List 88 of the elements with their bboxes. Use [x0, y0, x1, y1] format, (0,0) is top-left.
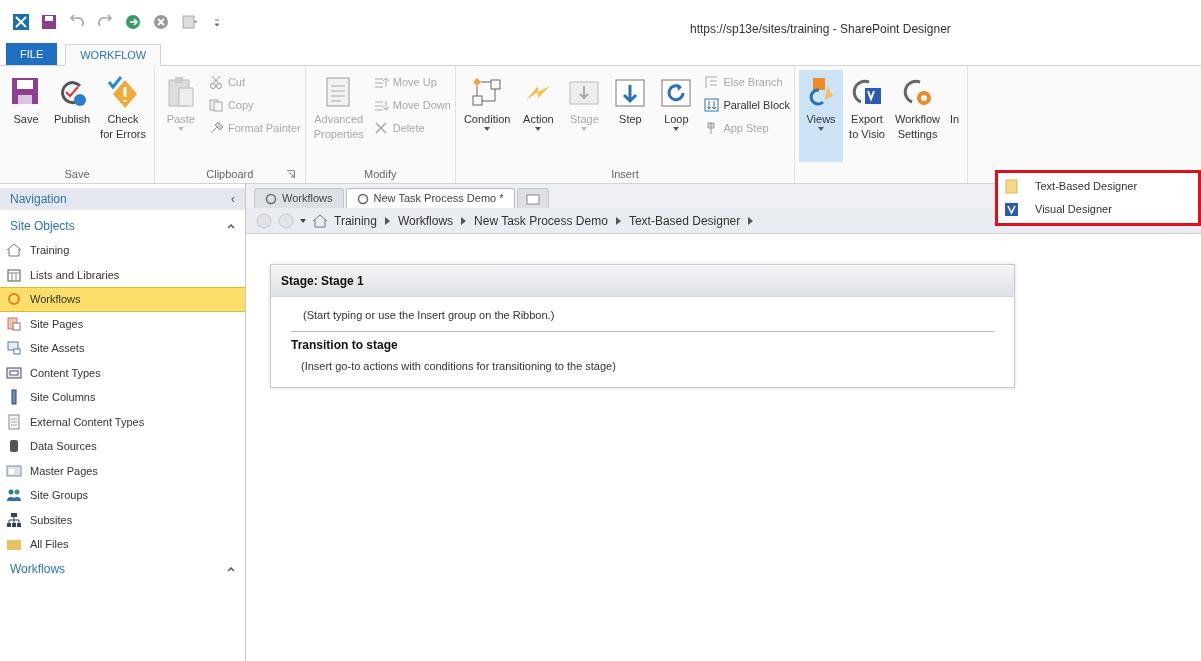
caret-icon: [673, 127, 680, 131]
house-icon: [6, 242, 22, 259]
nav-item[interactable]: Site Pages: [0, 311, 245, 336]
forward-button-icon[interactable]: [278, 212, 294, 229]
table-icon: [6, 266, 22, 283]
parallel-icon: [704, 98, 720, 112]
caret-icon: [818, 127, 824, 131]
nav-item[interactable]: Master Pages: [0, 458, 245, 483]
copy-icon: [208, 98, 224, 112]
caret-icon: [177, 127, 184, 131]
ribbon-button[interactable]: Parallel Block: [704, 95, 790, 115]
branch-icon: [704, 75, 720, 89]
dialog-launcher-icon[interactable]: [286, 170, 295, 178]
transition-title: Transition to stage: [291, 337, 399, 354]
move-up-icon: [373, 75, 389, 89]
ribbon-button[interactable]: Views: [799, 70, 843, 162]
ribbon-button[interactable]: Publish: [50, 70, 95, 162]
monitor-icon: [6, 340, 22, 357]
breadcrumb-link[interactable]: Training: [334, 211, 377, 230]
menu-item[interactable]: Text-Based Designer: [998, 175, 1198, 198]
ribbon-button[interactable]: Condition: [459, 70, 515, 162]
nav-item[interactable]: Data Sources: [0, 434, 245, 459]
document-tab[interactable]: Workflows: [254, 188, 344, 208]
nav-item[interactable]: Site Groups: [0, 483, 245, 508]
pages-icon: [6, 315, 22, 332]
nav-section-header[interactable]: Site Objects: [0, 214, 245, 238]
delete-icon: [373, 121, 389, 135]
card-icon: [6, 364, 22, 381]
preview-icon[interactable]: [180, 13, 198, 31]
ribbon-button[interactable]: Step: [608, 70, 653, 162]
ribbon-button[interactable]: Workflow Settings: [891, 70, 945, 162]
breadcrumb-link[interactable]: Text-Based Designer: [628, 211, 741, 230]
document-icon: [1004, 179, 1019, 194]
navigation-title: Navigation: [10, 191, 67, 208]
scissors-icon: [208, 75, 224, 89]
nav-section-header[interactable]: Workflows: [0, 556, 245, 581]
caret-icon: [581, 127, 588, 131]
breadcrumb-link[interactable]: New Task Process Demo: [474, 211, 608, 230]
new-tab-button[interactable]: [516, 188, 549, 208]
ribbon-button[interactable]: Loop: [654, 70, 699, 162]
collapse-chevron-icon: [227, 565, 235, 572]
ribbon-button[interactable]: Save: [4, 70, 48, 162]
collapse-chevron-icon: [227, 223, 235, 229]
stage-title: Stage: Stage 1: [281, 272, 364, 290]
visio-icon: [1004, 202, 1019, 217]
move-down-icon: [373, 98, 389, 112]
ribbon-tab[interactable]: WORKFLOW: [65, 44, 162, 66]
window-title: https://sp13e/sites/training - SharePoint Designer: [690, 21, 951, 38]
caret-icon[interactable]: [300, 218, 306, 223]
back-button-icon[interactable]: [256, 212, 272, 229]
home-icon: [312, 213, 328, 228]
menu-item[interactable]: Visual Designer: [998, 198, 1198, 221]
collapse-pane-button[interactable]: ‹: [231, 190, 235, 208]
people-icon: [6, 487, 22, 504]
breadcrumb-link[interactable]: Workflows: [397, 211, 454, 230]
transition-hint[interactable]: (Insert go-to actions with conditions for transitioning to the stage): [291, 358, 994, 375]
brush-icon: [208, 121, 224, 135]
document-tab[interactable]: New Task Process Demo *: [345, 188, 515, 208]
group-label: Clipboard: [206, 166, 254, 182]
nav-item[interactable]: Site Columns: [0, 385, 245, 410]
ribbon-button[interactable]: Export to Visio: [845, 70, 889, 162]
chevron-right-icon: [748, 216, 754, 225]
nav-item[interactable]: Lists and Libraries: [0, 262, 245, 287]
ribbon-button[interactable]: Check for Errors: [96, 70, 150, 162]
ribbon-tab[interactable]: FILE: [6, 43, 58, 65]
caret-icon: [535, 127, 542, 131]
document-icon: [6, 413, 22, 430]
nav-item[interactable]: External Content Types: [0, 409, 245, 434]
chevron-right-icon: [384, 216, 390, 225]
nav-item[interactable]: All Files: [0, 532, 245, 557]
chevron-right-icon: [615, 216, 621, 225]
caret-icon: [484, 127, 491, 131]
chevron-right-icon: [461, 216, 467, 225]
nav-item[interactable]: Subsites: [0, 507, 245, 532]
nav-item[interactable]: Training: [0, 238, 245, 263]
stop-icon[interactable]: [152, 13, 170, 31]
hierarchy-icon: [6, 511, 22, 528]
nav-item[interactable]: Workflows: [0, 287, 245, 312]
stage-hint[interactable]: (Start typing or use the Insert group on the Ribbon.): [291, 303, 994, 327]
ribbon-button[interactable]: In: [946, 70, 964, 162]
nav-item[interactable]: Content Types: [0, 360, 245, 385]
group-label: Save: [64, 166, 90, 182]
master-page-icon: [6, 462, 22, 479]
group-label: Modify: [364, 166, 397, 182]
app-logo-icon[interactable]: [12, 13, 30, 31]
ribbon-button[interactable]: Action: [516, 70, 561, 162]
nav-item[interactable]: Site Assets: [0, 336, 245, 361]
group-label: Insert: [611, 166, 639, 182]
